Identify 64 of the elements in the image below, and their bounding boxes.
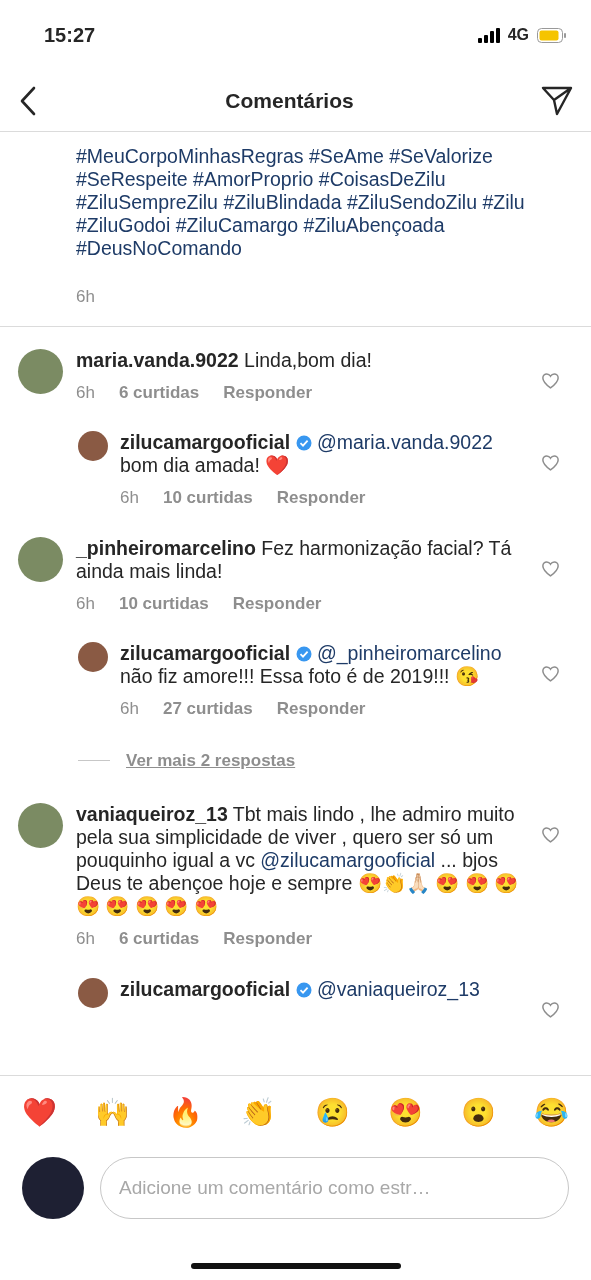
avatar bbox=[78, 642, 108, 672]
username-link[interactable]: zilucamargooficial bbox=[120, 642, 291, 664]
like-heart-icon[interactable] bbox=[542, 372, 559, 389]
mention-link[interactable]: @maria.vanda.9022 bbox=[317, 431, 493, 453]
like-heart-icon[interactable] bbox=[542, 827, 559, 843]
username-link[interactable]: zilucamargooficial bbox=[120, 977, 291, 1000]
comment-input[interactable]: Adicione um comentário como estr… bbox=[100, 1156, 569, 1219]
comment-text: zilucamargooficial @maria.vanda.9022 bom dia amada! ❤ bbox=[120, 431, 494, 477]
avatar bbox=[78, 977, 108, 1008]
battery-icon bbox=[537, 27, 567, 43]
network-label: 4G bbox=[507, 25, 529, 45]
avatar bbox=[18, 536, 63, 582]
reply-link[interactable]: Responder bbox=[232, 590, 322, 616]
comment-text: _pinheiromarcelino Fez harmonização facial? Tá ainda mais linda! bbox=[76, 536, 513, 583]
comment-time: 6h bbox=[76, 592, 95, 615]
reaction-emoji[interactable]: 😮 bbox=[460, 1099, 496, 1127]
comment-text: maria.vanda.9022 Linda,bom dia! bbox=[76, 348, 373, 372]
comment-text: zilucamargooficial @_pinheiromarcelino não fiz amore!!! Essa foto é de 2019!!! 😘 bbox=[120, 642, 503, 688]
comment-text: vaniaqueiroz_13 Tbt mais lindo , lhe admiro muito pela sua simplicidade de viver , quero ser só um pouquinho igual a vc @zilucamargooficial ... bjos Deus te abençoe hoje e sempre 😍👏🙏🏻 😍 😍 😍 😍 😍 😍 😍 😍 bbox=[76, 803, 520, 918]
avatar bbox=[18, 348, 63, 394]
send-icon[interactable] bbox=[541, 85, 573, 116]
likes-count[interactable]: 10 curtidas bbox=[118, 590, 209, 616]
username-link[interactable]: _pinheiromarcelino bbox=[76, 536, 256, 559]
comment-time: 6h bbox=[120, 698, 139, 720]
like-heart-icon[interactable] bbox=[542, 560, 559, 577]
comment-time: 6h bbox=[76, 928, 95, 950]
reaction-emoji[interactable]: ❤ bbox=[22, 1099, 57, 1127]
reaction-emoji[interactable]: 😂 bbox=[534, 1099, 569, 1127]
back-icon[interactable] bbox=[18, 85, 38, 116]
reply-link[interactable]: Responder bbox=[223, 926, 313, 952]
hashtag-line: #ZiluSempreZilu #ZiluBlindada #ZiluSendoZilu #Zilu bbox=[76, 191, 526, 214]
like-heart-icon[interactable] bbox=[542, 455, 559, 471]
page-title: Comentários bbox=[225, 87, 354, 114]
username-link[interactable]: vaniaqueiroz_13 bbox=[76, 803, 228, 825]
likes-count[interactable]: 6 curtidas bbox=[118, 926, 200, 952]
username-link[interactable]: maria.vanda.9022 bbox=[76, 348, 239, 371]
likes-count[interactable]: 27 curtidas bbox=[162, 696, 253, 722]
reply-link[interactable]: Responder bbox=[223, 379, 313, 405]
hashtag-line: #DeusNoComando bbox=[76, 237, 243, 260]
hashtag-line: #SeRespeite #AmorProprio #CoisasDeZilu bbox=[76, 168, 447, 191]
signal-icon bbox=[477, 27, 500, 43]
mention-link[interactable]: @zilucamargooficial bbox=[260, 849, 436, 871]
likes-count[interactable]: 10 curtidas bbox=[162, 485, 253, 511]
status-time: 15:27 bbox=[44, 23, 96, 48]
like-heart-icon[interactable] bbox=[542, 666, 559, 682]
comment-time: 6h bbox=[76, 381, 95, 404]
mention-link[interactable]: @vaniaqueiroz_13 bbox=[317, 977, 480, 1000]
view-more-replies-link[interactable]: Ver mais 2 respostas bbox=[126, 747, 296, 773]
likes-count[interactable]: 6 curtidas bbox=[118, 379, 200, 405]
reaction-emoji[interactable]: 🙌 bbox=[95, 1099, 131, 1127]
reaction-emoji[interactable]: 🔥 bbox=[168, 1099, 204, 1127]
reaction-emoji[interactable]: 😢 bbox=[314, 1099, 350, 1127]
avatar bbox=[78, 431, 108, 461]
like-heart-icon[interactable] bbox=[542, 1001, 559, 1018]
reply-link[interactable]: Responder bbox=[276, 485, 366, 511]
reply-link[interactable]: Responder bbox=[276, 696, 366, 722]
avatar bbox=[18, 803, 63, 848]
hashtag-line: #MeuCorpoMinhasRegras #SeAme #SeValorize bbox=[76, 145, 494, 168]
username-link[interactable]: zilucamargooficial bbox=[120, 431, 291, 453]
comment-time: 6h bbox=[120, 487, 139, 509]
mention-link[interactable]: @_pinheiromarcelino bbox=[317, 642, 502, 664]
reaction-emoji[interactable]: 😍 bbox=[387, 1099, 423, 1127]
comment-time: 6h bbox=[76, 286, 95, 308]
hashtag-line: #ZiluGodoi #ZiluCamargo #ZiluAbençoada bbox=[76, 214, 446, 237]
